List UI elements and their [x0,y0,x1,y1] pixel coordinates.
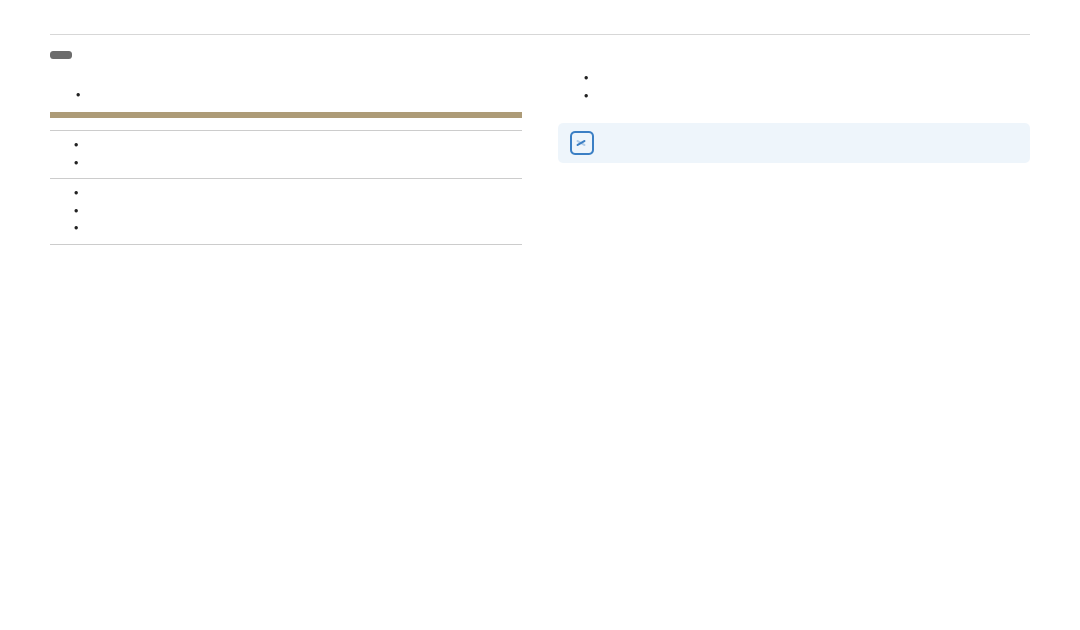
list-item [74,203,514,221]
cell-option [50,131,66,179]
manual-page [0,0,1080,255]
list-item [74,185,514,203]
right-column [558,51,1030,245]
cell-description [66,131,522,179]
list-item [74,155,514,173]
table-row [50,118,522,131]
divider [50,34,1030,35]
cell-option [50,118,66,131]
table-row [50,131,522,179]
sub-bullet [76,86,522,104]
two-column-layout [50,51,1030,245]
step-6-sub [584,69,1030,105]
breadcrumb [50,28,1030,30]
list-item [74,137,514,155]
step-2-sub [76,86,522,104]
cell-description [66,179,522,245]
section-pill [50,51,72,59]
sub-bullet [584,69,1030,87]
cell-description [66,118,522,131]
note-icon [570,131,594,155]
table-row [50,179,522,245]
info-note [558,123,1030,163]
steps-right [558,57,1030,105]
page-footer [0,604,1080,618]
left-column [50,51,522,245]
steps-left [50,80,522,110]
sub-bullet [584,87,1030,105]
cell-option [50,179,66,245]
list-item [74,220,514,238]
options-table [50,112,522,245]
